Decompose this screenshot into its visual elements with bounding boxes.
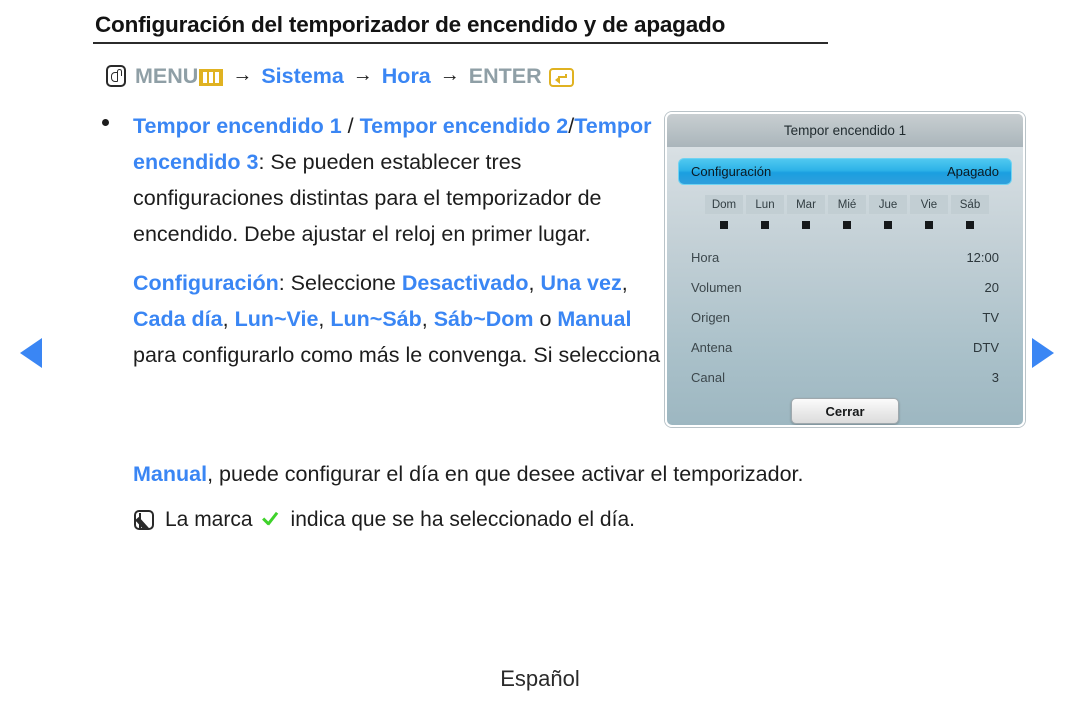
- menu-path-menu-label: MENU: [135, 63, 199, 88]
- osd-row-value: DTV: [973, 339, 999, 355]
- config-comma-5: ,: [421, 307, 434, 331]
- green-check-icon: [261, 510, 283, 530]
- timer-2-label: Tempor encendido 2: [359, 114, 569, 138]
- page-title: Configuración del temporizador de encend…: [95, 12, 726, 37]
- option-lun-vie: Lun~Vie: [234, 307, 319, 331]
- config-comma-2: ,: [621, 271, 628, 295]
- osd-day-label: Sáb: [951, 195, 989, 214]
- menu-path-time-label: Hora: [381, 63, 431, 88]
- osd-setting-value: Apagado: [946, 164, 999, 179]
- osd-day-label: Jue: [869, 195, 907, 214]
- option-sab-dom: Sáb~Dom: [433, 307, 534, 331]
- osd-day-checkbox[interactable]: [746, 214, 784, 236]
- osd-row[interactable]: Volumen 20: [667, 272, 1023, 302]
- osd-row[interactable]: Canal 3: [667, 362, 1023, 392]
- hand-press-icon: [106, 65, 126, 87]
- osd-row-value: 3: [991, 369, 999, 385]
- osd-row-label: Canal: [691, 369, 725, 385]
- config-mid-2: o: [533, 307, 558, 331]
- menu-path-system-label: Sistema: [261, 63, 344, 88]
- osd-day-checkbox[interactable]: [705, 214, 743, 236]
- menu-path-arrow-1: →: [232, 63, 253, 86]
- osd-day-checkbox[interactable]: [828, 214, 866, 236]
- bullet-sep-1: /: [341, 114, 360, 138]
- osd-day-column[interactable]: Vie: [910, 195, 948, 236]
- menu-path-arrow-3: →: [439, 63, 460, 86]
- osd-row-label: Antena: [691, 339, 733, 355]
- osd-day-check-mark: [761, 221, 769, 229]
- osd-day-label: Vie: [910, 195, 948, 214]
- osd-day-label: Dom: [705, 195, 743, 214]
- wide-line-rest: , puede configurar el día en que desee a…: [207, 462, 804, 486]
- manual-highlight: Manual: [133, 462, 208, 486]
- timer-1-label: Tempor encendido 1: [133, 114, 342, 138]
- osd-day-column[interactable]: Jue: [869, 195, 907, 236]
- option-manual: Manual: [557, 307, 632, 331]
- osd-day-column[interactable]: Mié: [828, 195, 866, 236]
- osd-panel: Tempor encendido 1 Configuración Apagado…: [665, 112, 1025, 427]
- osd-day-check-mark: [802, 221, 810, 229]
- osd-day-selector[interactable]: Dom Lun Mar Mié Jue Vie Sáb: [705, 195, 1023, 236]
- osd-row[interactable]: Hora 12:00: [667, 242, 1023, 272]
- osd-setting-label: Configuración: [691, 164, 772, 179]
- option-desactivado: Desactivado: [401, 271, 529, 295]
- config-mid-1: : Seleccione: [278, 271, 402, 295]
- osd-day-label: Mar: [787, 195, 825, 214]
- menu-path-enter-label: ENTER: [468, 63, 542, 88]
- note-text-before: La marca: [165, 508, 253, 531]
- osd-day-column[interactable]: Mar: [787, 195, 825, 236]
- left-triangle-icon[interactable]: [20, 338, 42, 368]
- wide-continuation-line: Manual, puede configurar el día en que d…: [133, 456, 1013, 492]
- osd-day-checkbox[interactable]: [951, 214, 989, 236]
- menu-bars-icon: [199, 68, 224, 86]
- osd-day-column[interactable]: Dom: [705, 195, 743, 236]
- osd-day-label: Lun: [746, 195, 784, 214]
- option-una-vez: Una vez: [540, 271, 622, 295]
- config-comma-4: ,: [318, 307, 331, 331]
- note-line: La marca indica que se ha seleccionado e…: [134, 508, 635, 532]
- osd-setting-row[interactable]: Configuración Apagado: [678, 158, 1012, 185]
- title-underline: [93, 42, 828, 44]
- osd-row[interactable]: Origen TV: [667, 302, 1023, 332]
- body-copy: Tempor encendido 1 / Tempor encendido 2/…: [133, 108, 663, 373]
- osd-day-label: Mié: [828, 195, 866, 214]
- osd-row-label: Volumen: [691, 279, 742, 295]
- osd-footer: Cerrar: [667, 398, 1023, 424]
- menu-path-arrow-2: →: [352, 63, 373, 86]
- osd-day-column[interactable]: Sáb: [951, 195, 989, 236]
- osd-day-check-mark: [884, 221, 892, 229]
- note-text-after: indica que se ha seleccionado el día.: [290, 508, 635, 531]
- osd-row-value: 20: [984, 279, 999, 295]
- osd-day-checkbox[interactable]: [910, 214, 948, 236]
- osd-row-value: TV: [982, 309, 999, 325]
- osd-day-check-mark: [925, 221, 933, 229]
- option-cada-dia: Cada día: [133, 307, 223, 331]
- osd-day-column[interactable]: Lun: [746, 195, 784, 236]
- note-icon: [134, 510, 154, 530]
- osd-title: Tempor encendido 1: [667, 114, 1023, 147]
- bullet-marker: [102, 119, 109, 126]
- config-tail-text: para configurarlo como más le convenga. …: [133, 343, 661, 367]
- osd-row-value: 12:00: [966, 249, 999, 265]
- config-comma-1: ,: [528, 271, 541, 295]
- osd-row-label: Hora: [691, 249, 720, 265]
- right-triangle-icon[interactable]: [1032, 338, 1054, 368]
- osd-day-checkbox[interactable]: [869, 214, 907, 236]
- osd-day-check-mark: [720, 221, 728, 229]
- osd-row-label: Origen: [691, 309, 731, 325]
- enter-key-icon: [548, 67, 574, 87]
- config-comma-3: ,: [222, 307, 235, 331]
- osd-day-check-mark: [966, 221, 974, 229]
- osd-row[interactable]: Antena DTV: [667, 332, 1023, 362]
- osd-day-checkbox[interactable]: [787, 214, 825, 236]
- osd-settings-list: Hora 12:00 Volumen 20 Origen TV Antena DTV Canal…: [667, 242, 1023, 392]
- close-button[interactable]: Cerrar: [791, 398, 899, 424]
- config-label: Configuración: [133, 271, 279, 295]
- footer-language: Español: [500, 666, 580, 691]
- osd-day-check-mark: [843, 221, 851, 229]
- menu-path: MENU → Sistema → Hora → ENTER: [106, 60, 574, 92]
- option-lun-sab: Lun~Sáb: [330, 307, 422, 331]
